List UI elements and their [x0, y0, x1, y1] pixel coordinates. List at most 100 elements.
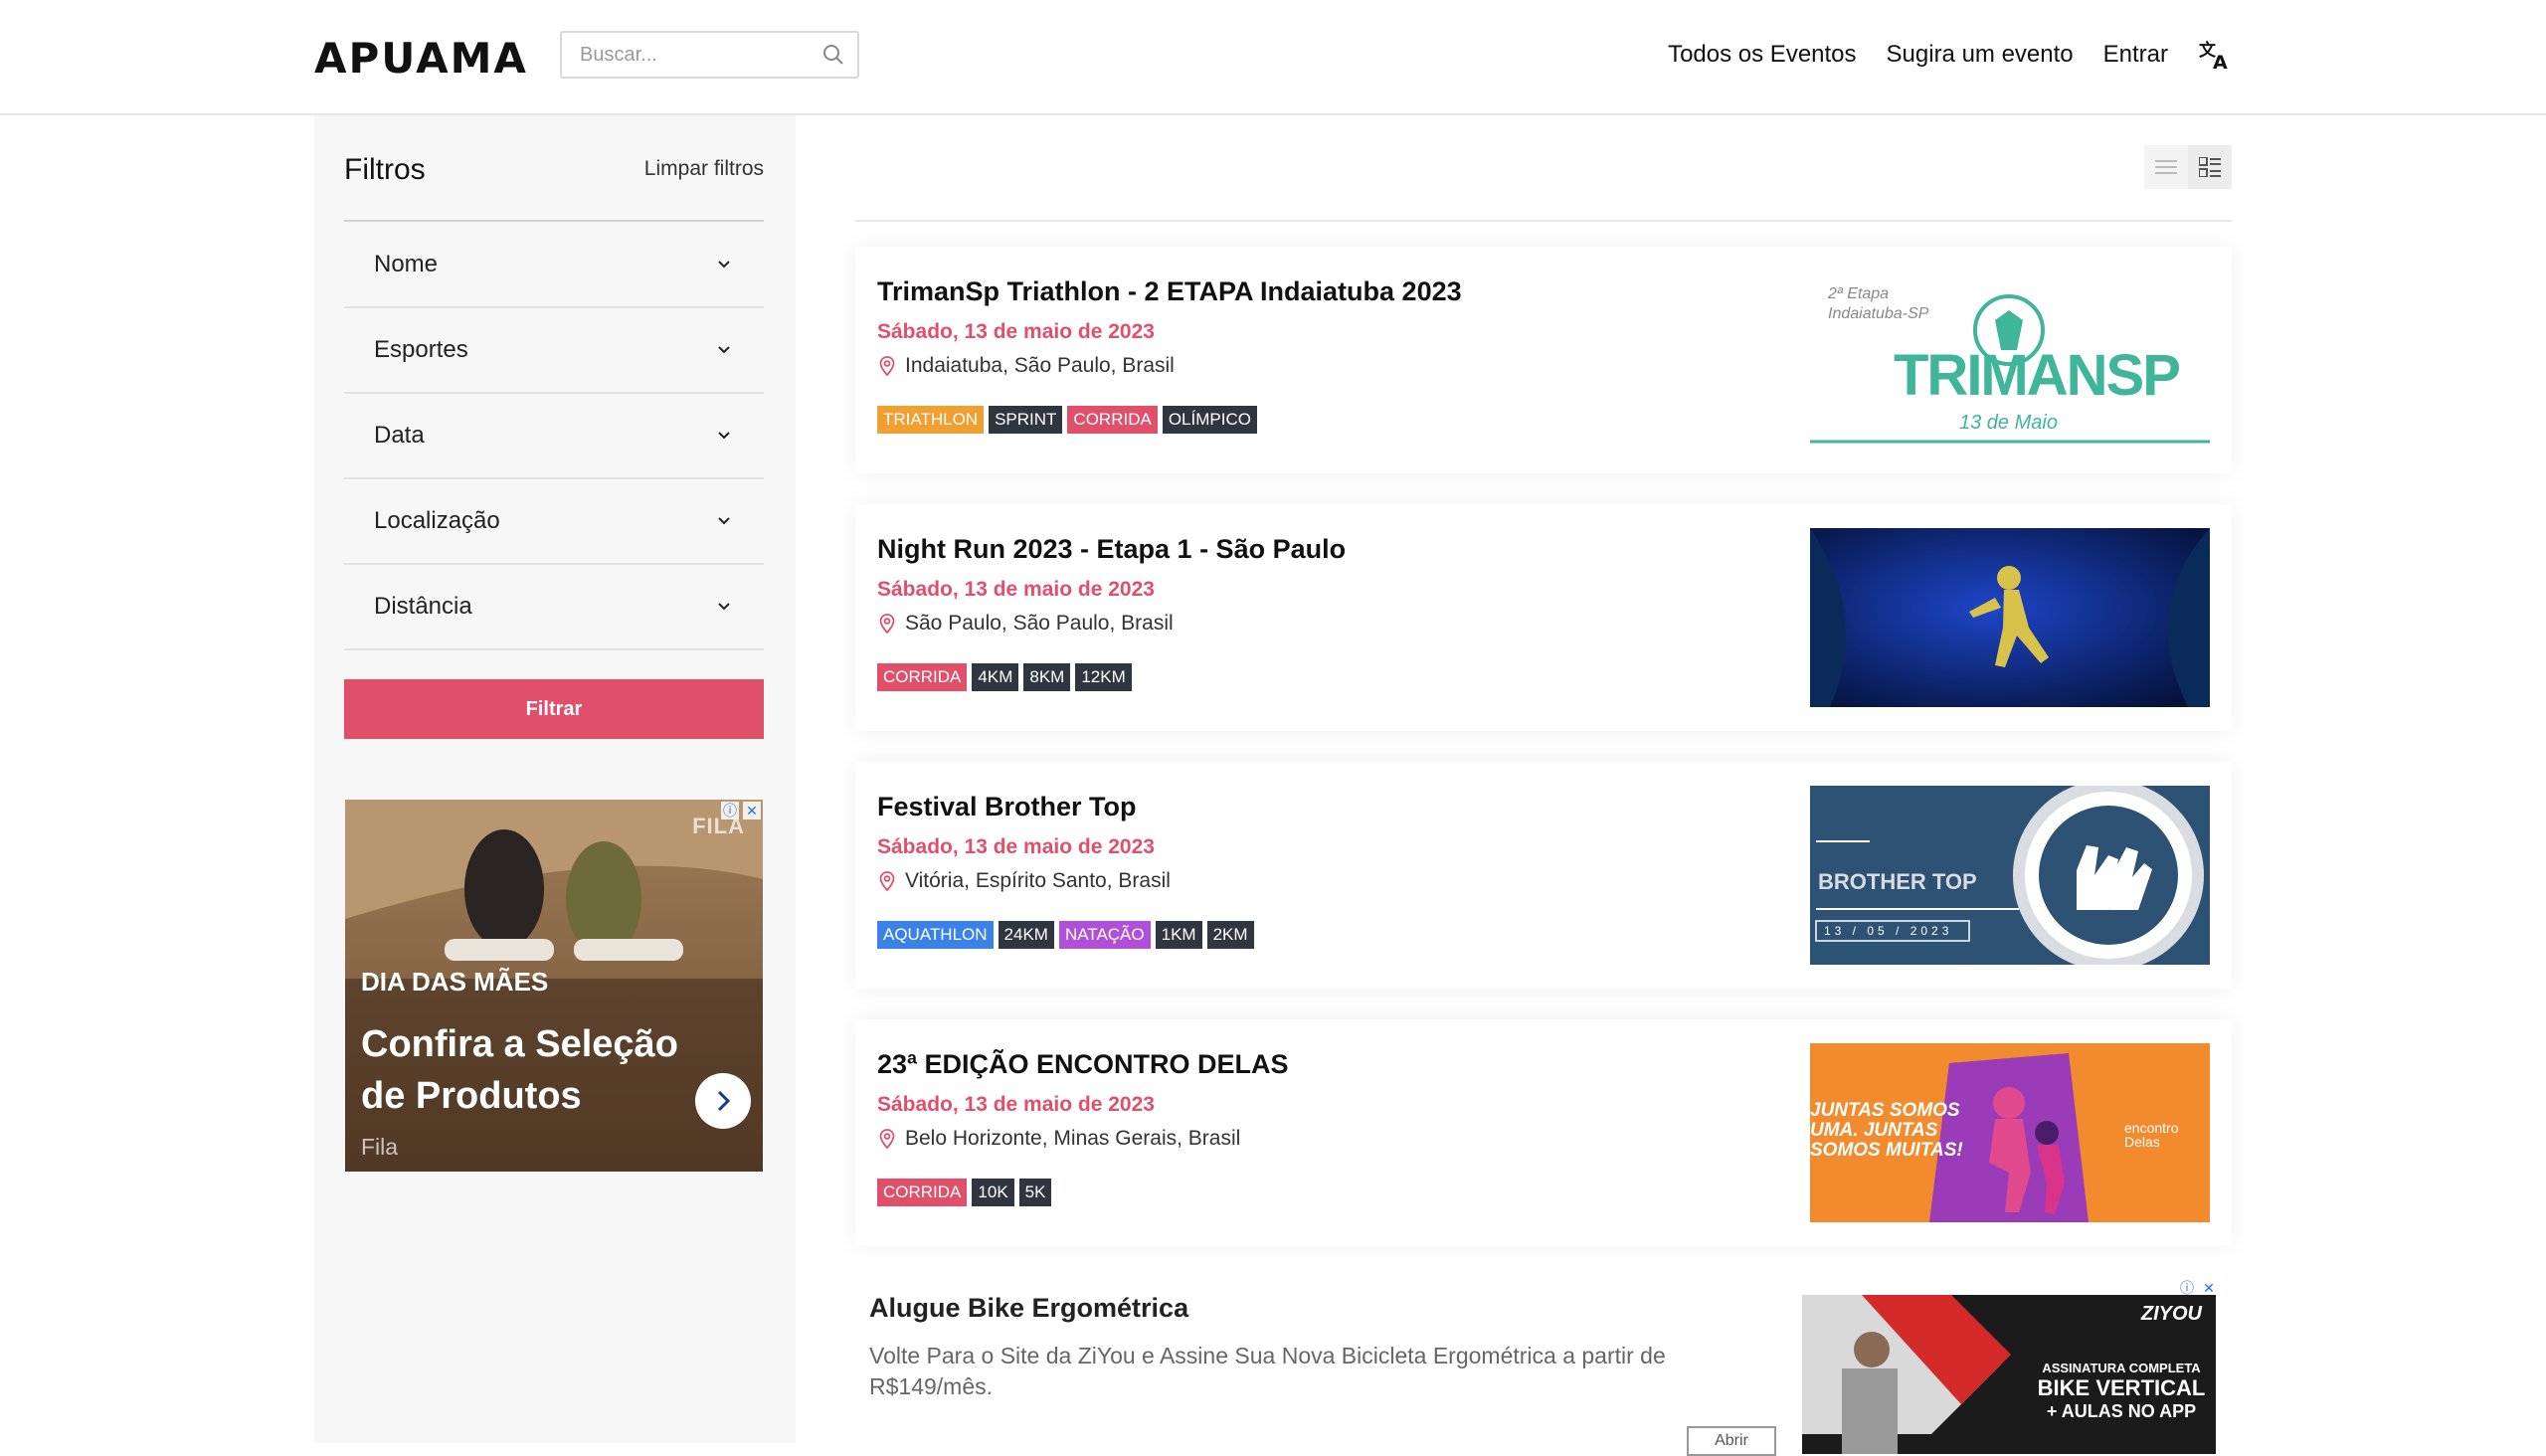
info-icon[interactable]: ⓘ	[721, 802, 739, 819]
thumb-line2: UMA. JUNTAS	[1810, 1120, 1938, 1141]
thumb-line3: SOMOS MUITAS!	[1810, 1140, 1963, 1161]
event-location: Vitória, Espírito Santo, Brasil	[877, 869, 1171, 893]
chevron-down-icon	[718, 261, 730, 269]
event-card[interactable]: Night Run 2023 - Etapa 1 - São Paulo Sáb…	[855, 504, 2232, 731]
event-card[interactable]: Festival Brother Top Sábado, 13 de maio …	[855, 762, 2232, 989]
site-logo[interactable]: APUAMA	[314, 34, 528, 83]
thumb-word: TRIMANSP	[1894, 343, 2181, 408]
ad-image-line1: ASSINATURA COMPLETA	[2042, 1361, 2201, 1375]
location-pin-icon	[879, 614, 895, 634]
ad-brand: ZIYOU	[2140, 1303, 2202, 1325]
ad-sponsor: Fila	[361, 1134, 399, 1160]
event-location-text: São Paulo, São Paulo, Brasil	[905, 612, 1174, 635]
event-thumbnail[interactable]: JUNTAS SOMOS UMA. JUNTAS SOMOS MUITAS! e…	[1810, 1043, 2210, 1222]
filter-location[interactable]: Localização	[344, 479, 764, 565]
thumb-line2: Indaiatuba-SP	[1828, 305, 1929, 322]
event-title[interactable]: 23ª EDIÇÃO ENCONTRO DELAS	[877, 1049, 1289, 1080]
event-title[interactable]: Festival Brother Top	[877, 792, 1137, 822]
ad-arrow-button[interactable]	[695, 1073, 751, 1129]
main-nav: Todos os Eventos Sugira um evento Entrar…	[1668, 38, 2232, 72]
event-card[interactable]: 23ª EDIÇÃO ENCONTRO DELAS Sábado, 13 de …	[855, 1019, 2232, 1246]
event-location-text: Vitória, Espírito Santo, Brasil	[905, 869, 1171, 892]
event-tags: AQUATHLON 24KM NATAÇÃO 1KM 2KM	[877, 921, 1254, 949]
ad-image[interactable]: ZIYOU ASSINATURA COMPLETA BIKE VERTICAL …	[1802, 1295, 2216, 1454]
top-navbar: APUAMA Todos os Eventos Sugira um evento…	[0, 0, 2546, 115]
tag-badge: 24KM	[998, 921, 1054, 949]
location-pin-icon	[879, 871, 895, 891]
event-card[interactable]: TrimanSp Triathlon - 2 ETAPA Indaiatuba …	[855, 247, 2232, 473]
list-icon	[2155, 160, 2177, 174]
search-icon[interactable]	[821, 43, 845, 67]
ad-image-line3: + AULAS NO APP	[2046, 1401, 2197, 1421]
chevron-down-icon	[718, 432, 730, 440]
tag-badge: 1KM	[1155, 921, 1202, 949]
list-view-button[interactable]	[2144, 145, 2188, 189]
ad-choices[interactable]: ⓘ ✕	[721, 802, 761, 819]
event-thumbnail[interactable]: 2ª Etapa Indaiatuba-SP TRIMANSP 13 de Ma…	[1810, 271, 2210, 450]
sponsored-ad[interactable]: Alugue Bike Ergométrica Volte Para o Sit…	[855, 1279, 2232, 1456]
tag-badge: NATAÇÃO	[1058, 921, 1151, 949]
nav-all-events[interactable]: Todos os Eventos	[1668, 41, 1856, 69]
tag-badge: 5K	[1018, 1179, 1052, 1206]
filter-sports[interactable]: Esportes	[344, 308, 764, 394]
filter-name[interactable]: Nome	[344, 223, 764, 308]
nav-suggest-event[interactable]: Sugira um evento	[1887, 41, 2074, 69]
night-run-image	[1810, 528, 2210, 707]
filter-date[interactable]: Data	[344, 394, 764, 479]
filters-title: Filtros	[344, 153, 426, 186]
ad-title[interactable]: Alugue Bike Ergométrica	[869, 1293, 1188, 1324]
search-box	[560, 31, 859, 79]
event-tags: TRIATHLON SPRINT CORRIDA OLÍMPICO	[877, 406, 1257, 434]
event-date: Sábado, 13 de maio de 2023	[877, 1093, 1155, 1116]
ad-image-text: ASSINATURA COMPLETA BIKE VERTICAL + AULA…	[2029, 1361, 2214, 1422]
close-icon[interactable]: ✕	[743, 802, 761, 819]
chevron-down-icon	[718, 603, 730, 611]
ad-headline: Confira a Seleção de Produtos	[361, 1023, 678, 1117]
tag-badge: 2KM	[1206, 921, 1254, 949]
card-view-button[interactable]	[2188, 145, 2232, 189]
tag-badge: TRIATHLON	[877, 406, 985, 434]
event-thumbnail[interactable]: BROTHER TOP 13 / 05 / 2023	[1810, 786, 2210, 965]
filters-sidebar: Filtros Limpar filtros Nome Esportes Dat…	[314, 115, 796, 1443]
ad-image-line2: BIKE VERTICAL	[2037, 1375, 2206, 1400]
tag-badge: 10K	[972, 1179, 1014, 1206]
ad-open-button[interactable]: Abrir	[1687, 1426, 1776, 1456]
filter-label: Data	[374, 422, 425, 449]
apply-filters-button[interactable]: Filtrar	[344, 679, 764, 739]
filter-label: Localização	[374, 507, 500, 534]
ad-description: Volte Para o Site da ZiYou e Assine Sua …	[869, 1343, 1666, 1399]
translate-icon[interactable]: 文 A	[2198, 38, 2232, 72]
location-pin-icon	[879, 356, 895, 376]
event-thumbnail[interactable]	[1810, 528, 2210, 707]
chevron-right-icon	[717, 1090, 731, 1112]
clear-filters-link[interactable]: Limpar filtros	[644, 157, 764, 181]
event-date: Sábado, 13 de maio de 2023	[877, 578, 1155, 601]
thumb-date: 13 / 05 / 2023	[1824, 924, 1953, 938]
event-title[interactable]: TrimanSp Triathlon - 2 ETAPA Indaiatuba …	[877, 276, 1462, 307]
view-toggle	[2144, 145, 2232, 189]
sidebar-ad[interactable]: FILA ⓘ ✕ DIA DAS MÃES Confira a Seleção d…	[345, 800, 763, 1172]
event-tags: CORRIDA 10K 5K	[877, 1179, 1052, 1206]
thumb-word: BROTHER TOP	[1818, 869, 1977, 894]
filter-distance[interactable]: Distância	[344, 565, 764, 650]
event-location: Belo Horizonte, Minas Gerais, Brasil	[877, 1127, 1240, 1151]
search-input[interactable]	[562, 33, 811, 77]
filter-list: Nome Esportes Data Localização Distância	[344, 223, 764, 650]
tag-badge: OLÍMPICO	[1162, 406, 1257, 434]
tag-badge: 12KM	[1075, 663, 1132, 691]
event-location-text: Belo Horizonte, Minas Gerais, Brasil	[905, 1127, 1241, 1150]
chevron-down-icon	[718, 517, 730, 525]
nav-login[interactable]: Entrar	[2103, 41, 2168, 69]
event-tags: CORRIDA 4KM 8KM 12KM	[877, 663, 1132, 691]
event-title[interactable]: Night Run 2023 - Etapa 1 - São Paulo	[877, 534, 1346, 565]
thumb-slogan: JUNTAS SOMOS UMA. JUNTAS SOMOS MUITAS!	[1810, 1101, 1963, 1161]
tag-badge: SPRINT	[989, 406, 1063, 434]
tag-badge: 8KM	[1023, 663, 1071, 691]
card-list-icon	[2199, 157, 2221, 177]
tag-badge: CORRIDA	[877, 1179, 968, 1206]
tag-badge: 4KM	[972, 663, 1019, 691]
ad-kicker: DIA DAS MÃES	[361, 967, 549, 997]
tag-badge: CORRIDA	[877, 663, 968, 691]
thumb-date: 13 de Maio	[1959, 412, 2058, 434]
thumb-line1: JUNTAS SOMOS	[1810, 1100, 1960, 1121]
